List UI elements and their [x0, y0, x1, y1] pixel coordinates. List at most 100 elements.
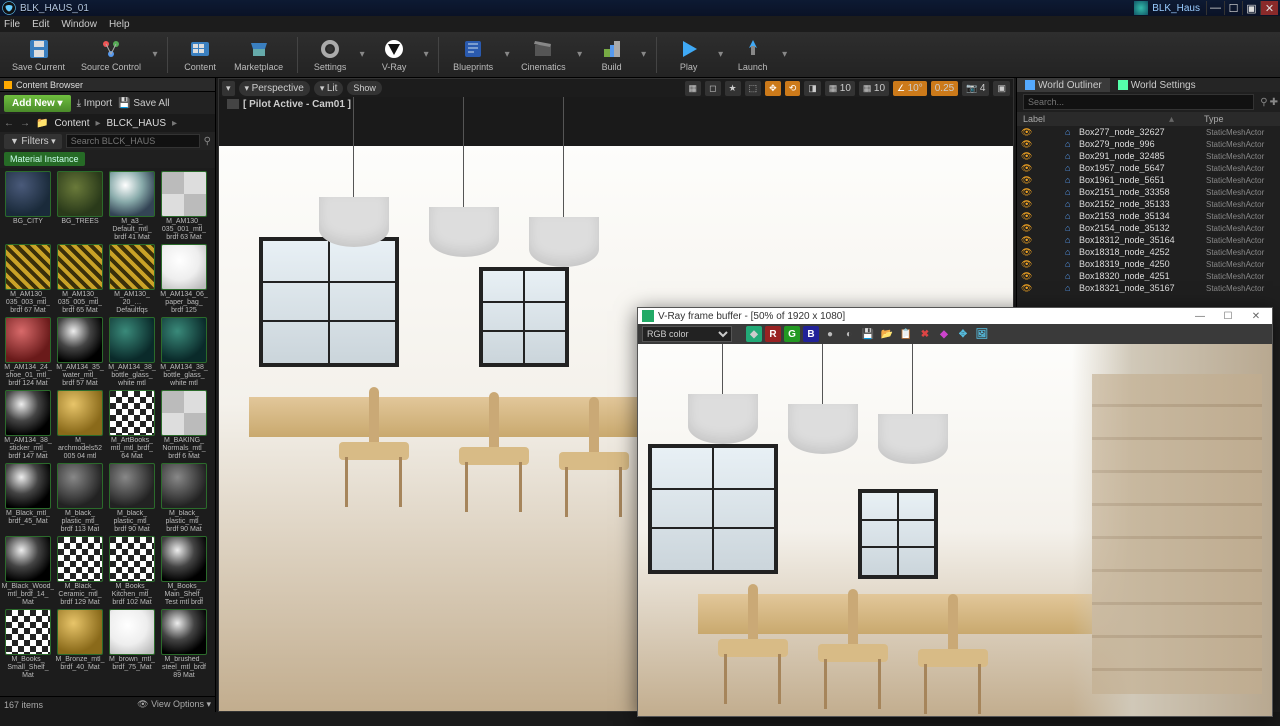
- asset-item[interactable]: M_Books_ Small_Shelf_ Mat: [3, 609, 53, 680]
- asset-item[interactable]: M_black_ plastic_mtl_ brdf 90 Mat: [159, 463, 209, 534]
- vfb-region-button[interactable]: ✥: [955, 326, 971, 342]
- search-icon[interactable]: ⚲: [1260, 97, 1267, 108]
- snap-grid-button[interactable]: ▦ 10: [825, 81, 855, 96]
- settings-button[interactable]: Settings: [306, 34, 354, 76]
- translate-button[interactable]: ✥: [765, 81, 781, 96]
- asset-item[interactable]: M_ archmodels52 005 04 mtl: [55, 390, 105, 461]
- outliner-row[interactable]: 👁⌂Box277_node_32627StaticMeshActor: [1017, 126, 1280, 138]
- vfb-titlebar[interactable]: V-Ray frame buffer - [50% of 1920 x 1080…: [638, 308, 1272, 324]
- show-button[interactable]: Show: [347, 81, 382, 95]
- nav-back-icon[interactable]: ←: [4, 118, 14, 129]
- marketplace-button[interactable]: Marketplace: [228, 34, 289, 76]
- build-button[interactable]: Build: [588, 34, 636, 76]
- perspective-button[interactable]: ▾ Perspective: [239, 81, 310, 96]
- vfb-save-button[interactable]: 💾: [860, 326, 876, 342]
- menu-help[interactable]: Help: [109, 19, 130, 30]
- vfb-close-button[interactable]: ✕: [1244, 309, 1268, 323]
- asset-item[interactable]: M_brown_mtl_ brdf_75_Mat: [107, 609, 157, 680]
- cinematics-button[interactable]: Cinematics: [515, 34, 572, 76]
- blueprints-dropdown[interactable]: ▾: [503, 34, 511, 76]
- asset-item[interactable]: M_black_ plastic_mtl_ brdf 113 Mat: [55, 463, 105, 534]
- vfb-render-view[interactable]: [638, 344, 1272, 716]
- vfb-channel-select[interactable]: RGB color: [642, 326, 732, 342]
- save-all-button[interactable]: 💾 Save All: [118, 98, 169, 109]
- asset-item[interactable]: M_AM130_ 035_005_mtl_ brdf 65 Mat: [55, 244, 105, 315]
- launch-dropdown[interactable]: ▾: [781, 34, 789, 76]
- outliner-row[interactable]: 👁⌂Box291_node_32485StaticMeshActor: [1017, 150, 1280, 162]
- asset-item[interactable]: M_a3_ Default_mtl_ brdf 41 Mat: [107, 171, 157, 242]
- tab-world-outliner[interactable]: World Outliner: [1017, 78, 1110, 92]
- outliner-row[interactable]: 👁⌂Box2154_node_35132StaticMeshActor: [1017, 222, 1280, 234]
- asset-item[interactable]: M_Books_ Kitchen_mtl_ brdf 102 Mat: [107, 536, 157, 607]
- col-type[interactable]: Type: [1204, 114, 1274, 124]
- source-control-button[interactable]: Source Control: [75, 34, 147, 76]
- visibility-icon[interactable]: 👁: [1021, 235, 1031, 245]
- vfb-mono-button[interactable]: ◐: [841, 326, 857, 342]
- visibility-icon[interactable]: 👁: [1021, 175, 1031, 185]
- asset-item[interactable]: M_AM130_ 035_001_mtl_ brdf 63 Mat: [159, 171, 209, 242]
- snap-scale-button[interactable]: 0.25: [931, 81, 958, 96]
- asset-item[interactable]: M_Black_mtl_ brdf_45_Mat: [3, 463, 53, 534]
- outliner-row[interactable]: 👁⌂Box18312_node_35164StaticMeshActor: [1017, 234, 1280, 246]
- vray-dropdown[interactable]: ▾: [422, 34, 430, 76]
- viewport-options-button[interactable]: ▾: [222, 81, 235, 96]
- launch-button[interactable]: Launch: [729, 34, 777, 76]
- asset-item[interactable]: M_AM134_24_ shoe_01_mtl_ brdf 124 Mat: [3, 317, 53, 388]
- blueprints-button[interactable]: Blueprints: [447, 34, 499, 76]
- select-button[interactable]: ⬚: [745, 81, 762, 96]
- outliner-row[interactable]: 👁⌂Box18320_node_4251StaticMeshActor: [1017, 270, 1280, 282]
- vfb-alpha-button[interactable]: ●: [822, 326, 838, 342]
- content-browser-tab[interactable]: Content Browser: [0, 78, 215, 92]
- visibility-icon[interactable]: 👁: [1021, 139, 1031, 149]
- asset-item[interactable]: M_Books_ Main_Shelf_ Test mtl brdf: [159, 536, 209, 607]
- visibility-icon[interactable]: 👁: [1021, 151, 1031, 161]
- snap-grid2-button[interactable]: ▦ 10: [859, 81, 889, 96]
- vfb-g-button[interactable]: G: [784, 326, 800, 342]
- import-button[interactable]: ⤓ Import: [77, 98, 113, 109]
- asset-item[interactable]: BG_CITY: [3, 171, 53, 242]
- maximize-button[interactable]: ☐: [1224, 1, 1242, 15]
- outliner-row[interactable]: 👁⌂Box18321_node_35167StaticMeshActor: [1017, 282, 1280, 294]
- visibility-icon[interactable]: 👁: [1021, 247, 1031, 257]
- snap-angle-button[interactable]: ∠ 10°: [893, 81, 927, 96]
- outliner-row[interactable]: 👁⌂Box1957_node_5647StaticMeshActor: [1017, 162, 1280, 174]
- asset-item[interactable]: M_AM134_35_ water_mtl_ brdf 57 Mat: [55, 317, 105, 388]
- camera-speed-button[interactable]: 📷 4: [962, 81, 989, 96]
- outliner-row[interactable]: 👁⌂Box2153_node_35134StaticMeshActor: [1017, 210, 1280, 222]
- asset-item[interactable]: M_Bronze_mtl_ brdf_40_Mat: [55, 609, 105, 680]
- vfb-load-button[interactable]: 📂: [879, 326, 895, 342]
- crumb-content[interactable]: Content: [54, 118, 89, 129]
- source-control-dropdown[interactable]: ▾: [151, 34, 159, 76]
- search-icon[interactable]: ⚲: [204, 136, 211, 147]
- asset-item[interactable]: M_AM134_38_ sticker_mtl_ brdf 147 Mat: [3, 390, 53, 461]
- visibility-icon[interactable]: 👁: [1021, 223, 1031, 233]
- content-button[interactable]: Content: [176, 34, 224, 76]
- asset-item[interactable]: M_brushed_ steel_mtl_brdf 89 Mat: [159, 609, 209, 680]
- visibility-icon[interactable]: 👁: [1021, 259, 1031, 269]
- visibility-icon[interactable]: 👁: [1021, 211, 1031, 221]
- build-dropdown[interactable]: ▾: [640, 34, 648, 76]
- visibility-icon[interactable]: 👁: [1021, 271, 1031, 281]
- outliner-row[interactable]: 👁⌂Box18319_node_4250StaticMeshActor: [1017, 258, 1280, 270]
- outliner-row[interactable]: 👁⌂Box279_node_996StaticMeshActor: [1017, 138, 1280, 150]
- close-button[interactable]: ✕: [1260, 1, 1278, 15]
- game-view-button[interactable]: ▦: [685, 81, 702, 96]
- nav-fwd-icon[interactable]: →: [20, 118, 30, 129]
- vfb-clear-button[interactable]: ✖: [917, 326, 933, 342]
- folder-tree-icon[interactable]: 📁: [36, 118, 48, 129]
- vfb-copy-button[interactable]: 📋: [898, 326, 914, 342]
- filter-chip[interactable]: Material Instance: [4, 152, 85, 166]
- vfb-b-button[interactable]: B: [803, 326, 819, 342]
- visibility-icon[interactable]: 👁: [1021, 199, 1031, 209]
- outliner-row[interactable]: 👁⌂Box1961_node_5651StaticMeshActor: [1017, 174, 1280, 186]
- asset-item[interactable]: M_AM134_06_ paper_bag_ brdf 125: [159, 244, 209, 315]
- asset-item[interactable]: M_Black_Wood_ mtl_brdf_14_ Mat: [3, 536, 53, 607]
- crumb-project[interactable]: BLCK_HAUS: [107, 118, 166, 129]
- scale-button[interactable]: ◨: [804, 81, 821, 96]
- asset-item[interactable]: M_BAKING_ Normals_mtl_ brdf 6 Mat: [159, 390, 209, 461]
- menu-window[interactable]: Window: [61, 19, 97, 30]
- visibility-icon[interactable]: 👁: [1021, 163, 1031, 173]
- visibility-icon[interactable]: 👁: [1021, 187, 1031, 197]
- immersive-button[interactable]: ◻: [705, 81, 720, 96]
- vfb-corrections-button[interactable]: 🖼: [974, 326, 990, 342]
